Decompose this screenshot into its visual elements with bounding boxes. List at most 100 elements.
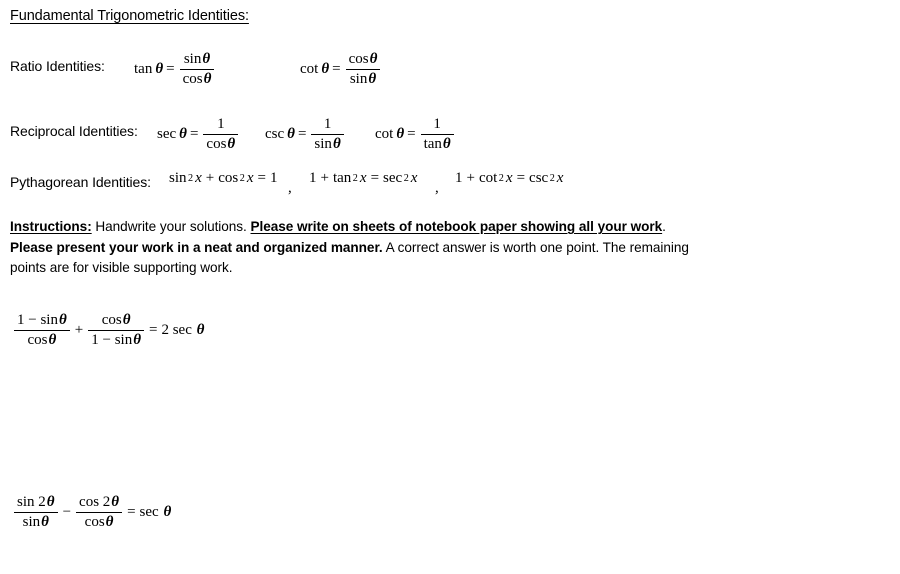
fraction-bar	[311, 133, 344, 135]
math-function: cot	[478, 170, 498, 186]
secant-reciprocal-identity: sec θ = 1 cos θ	[157, 114, 240, 154]
fraction-numerator: cos θ	[348, 50, 378, 67]
tangent-ratio-identity: tan θ = sin θ cos θ	[134, 49, 216, 89]
pythagorean-identity-2: 1 + tan 2 x = sec 2 x	[309, 170, 418, 186]
math-function: cot	[375, 125, 394, 142]
math-relation: =	[127, 503, 136, 520]
fraction-bar	[14, 329, 70, 331]
fraction-denominator: cos θ	[27, 331, 57, 348]
fraction-denominator: sin θ	[349, 70, 377, 87]
math-function: sin	[169, 170, 187, 186]
problem-2-work-area	[10, 540, 890, 570]
problem-2: sin 2θ sin θ − cos 2θ cos θ = sec θ	[12, 494, 172, 531]
fraction: 1 tan θ	[420, 115, 454, 153]
problem-1-work-area	[10, 360, 890, 480]
math-operator: +	[205, 170, 215, 186]
math-variable: x	[195, 170, 202, 186]
fraction-numerator: 1	[323, 115, 332, 132]
math-variable: x	[359, 170, 367, 186]
fraction-denominator: sin θ	[22, 513, 49, 530]
fraction-bar	[345, 68, 381, 70]
instructions-text-2: .	[662, 219, 666, 234]
math-function: tan	[134, 60, 153, 77]
math-relation: =	[370, 170, 380, 186]
math-function: cot	[300, 60, 319, 77]
math-function: sec	[157, 125, 177, 142]
fraction-denominator: cos θ	[206, 135, 236, 152]
ratio-identities-label: Ratio Identities:	[10, 58, 105, 74]
math-variable: x	[410, 170, 418, 186]
fraction-bar	[88, 329, 144, 331]
fraction: sin 2θ sin θ	[14, 494, 58, 531]
instructions-emphasis-bold: Please present your work in a neat and o…	[10, 239, 383, 255]
fraction: 1 sin θ	[311, 115, 344, 153]
math-variable: θ	[155, 60, 164, 77]
problem-1: 1 − sin θ cos θ + cos θ 1 − sin θ = 2 se…	[12, 312, 205, 349]
math-relation: =	[407, 125, 416, 142]
instructions-text-1: Handwrite your solutions.	[91, 219, 251, 234]
math-function: cos	[218, 170, 239, 186]
math-variable: x	[556, 170, 564, 186]
fraction-numerator: cos 2θ	[79, 494, 120, 510]
math-variable: θ	[287, 125, 295, 142]
math-variable: θ	[321, 60, 330, 77]
math-variable: θ	[179, 125, 187, 142]
cotangent-ratio-identity: cot θ = cos θ sin θ	[300, 49, 382, 89]
math-function: tan	[332, 170, 352, 186]
math-function: csc	[265, 125, 285, 142]
fraction-bar	[203, 133, 239, 135]
instructions-emphasis-underlined: Please write on sheets of notebook paper…	[250, 219, 663, 234]
math-number: 1	[309, 170, 317, 186]
problem-1-right-side: 2 sec θ	[161, 321, 205, 338]
math-function: sec	[383, 170, 403, 186]
math-relation: =	[332, 60, 341, 77]
identity-separator-2: ,	[435, 180, 439, 196]
math-variable: θ	[396, 125, 405, 142]
problem-2-right-side: sec θ	[139, 503, 172, 520]
math-relation: =	[166, 60, 175, 77]
fraction-denominator: 1 − sin θ	[91, 331, 141, 348]
fraction-denominator: tan θ	[423, 135, 451, 152]
fraction: 1 cos θ	[203, 115, 239, 153]
math-function: csc	[529, 170, 549, 186]
fraction: cos θ sin θ	[345, 50, 381, 88]
math-number: 1	[269, 170, 278, 186]
math-relation: =	[297, 125, 307, 142]
cosecant-reciprocal-identity: csc θ = 1 sin θ	[265, 114, 346, 154]
fraction-numerator: sin 2θ	[17, 494, 55, 510]
math-variable: x	[505, 170, 513, 186]
fraction-bar	[420, 133, 454, 135]
instructions-label: Instructions:	[10, 219, 92, 234]
fraction-bar	[76, 511, 123, 513]
fraction-numerator: cos θ	[101, 312, 131, 328]
fraction-bar	[14, 511, 58, 513]
fraction-numerator: 1	[217, 115, 225, 132]
identity-separator-1: ,	[288, 180, 292, 196]
math-relation: =	[189, 125, 199, 142]
fraction: sin θ cos θ	[179, 50, 215, 88]
page-title: Fundamental Trigonometric Identities:	[10, 8, 249, 24]
fraction-denominator: cos θ	[182, 70, 212, 87]
fraction-numerator: 1	[433, 115, 441, 132]
fraction-denominator: sin θ	[314, 135, 341, 152]
math-operator: +	[466, 170, 475, 186]
reciprocal-identities-label: Reciprocal Identities:	[10, 123, 138, 139]
fraction: cos θ 1 − sin θ	[88, 312, 144, 349]
fraction-denominator: cos θ	[84, 513, 114, 530]
fraction: 1 − sin θ cos θ	[14, 312, 70, 349]
fraction-numerator: 1 − sin θ	[17, 312, 67, 328]
instructions-paragraph: Instructions: Handwrite your solutions. …	[10, 217, 710, 279]
math-operator: +	[74, 321, 84, 338]
math-relation: =	[149, 321, 158, 338]
math-relation: =	[257, 170, 266, 186]
math-operator: +	[320, 170, 329, 186]
fraction-numerator: sin θ	[183, 50, 211, 67]
pythagorean-identities-label: Pythagorean Identities:	[10, 174, 151, 190]
math-operator: −	[62, 503, 72, 520]
worksheet-page: Fundamental Trigonometric Identities: Ra…	[0, 0, 900, 574]
cotangent-reciprocal-identity: cot θ = 1 tan θ	[375, 114, 456, 154]
pythagorean-identity-1: sin 2 x + cos 2 x = 1	[169, 170, 278, 186]
math-variable: x	[246, 170, 254, 186]
math-relation: =	[516, 170, 526, 186]
fraction: cos 2θ cos θ	[76, 494, 123, 531]
